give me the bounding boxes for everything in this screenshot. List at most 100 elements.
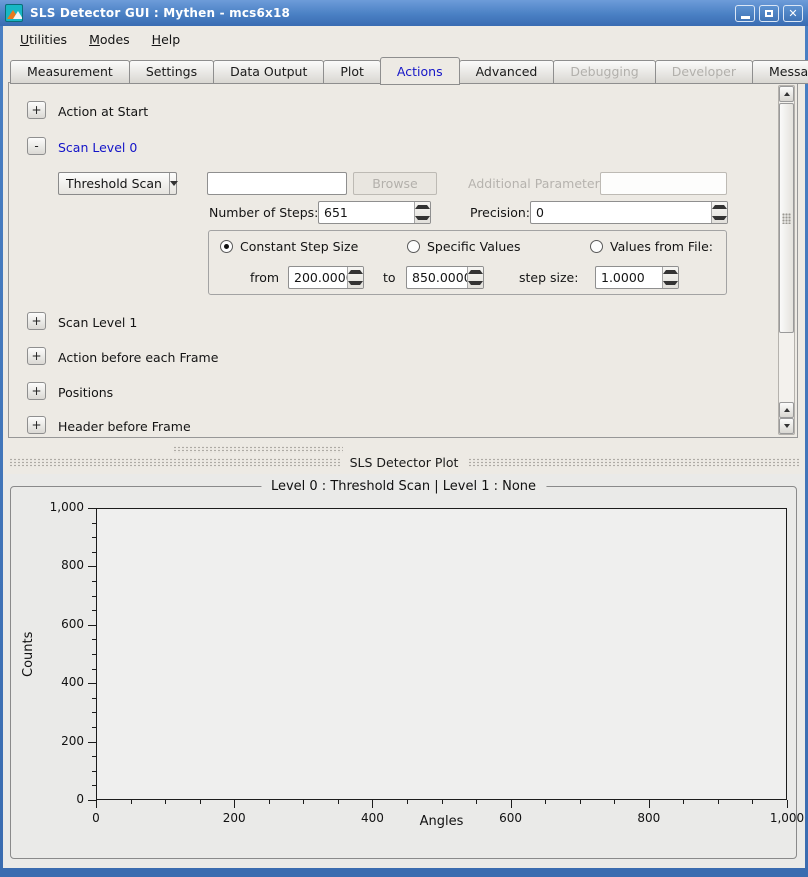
- x-minor-tick: [476, 800, 477, 804]
- y-minor-tick: [92, 712, 96, 713]
- vertical-scrollbar[interactable]: [778, 85, 795, 435]
- dock-texture-left: [9, 458, 340, 467]
- y-minor-tick: [92, 654, 96, 655]
- y-major-tick: [88, 800, 96, 801]
- scan-mode-value: Threshold Scan: [59, 173, 169, 194]
- tab-actions[interactable]: Actions: [380, 57, 460, 85]
- title-bar[interactable]: SLS Detector GUI : Mythen - mcs6x18 ✕: [0, 0, 808, 26]
- browse-button[interactable]: Browse: [353, 172, 437, 195]
- expand-positions-button[interactable]: +: [27, 382, 46, 400]
- collapse-scan-level-0-button[interactable]: -: [27, 137, 46, 155]
- spin-down-icon[interactable]: [663, 278, 678, 289]
- spin-up-icon[interactable]: [712, 202, 727, 213]
- menu-bar: Utilities Modes Help: [3, 26, 805, 52]
- from-spinbox[interactable]: 200.0000: [288, 266, 364, 289]
- spin-down-icon[interactable]: [348, 278, 363, 289]
- x-major-tick: [234, 800, 235, 808]
- y-minor-tick: [92, 698, 96, 699]
- step-size-spinbox[interactable]: 1.0000: [595, 266, 679, 289]
- plot-panel: Level 0 : Threshold Scan | Level 1 : Non…: [3, 474, 805, 868]
- maximize-icon: [765, 10, 773, 17]
- y-tick-label: 0: [34, 792, 84, 806]
- tab-messages[interactable]: Messages: [752, 60, 808, 84]
- script-path-input[interactable]: [207, 172, 347, 195]
- x-minor-tick: [442, 800, 443, 804]
- radio-constant-step-size[interactable]: [220, 240, 233, 253]
- expand-scan-level-1-button[interactable]: +: [27, 312, 46, 330]
- y-axis-label: Counts: [21, 508, 36, 800]
- y-tick-label: 600: [34, 617, 84, 631]
- expand-action-before-each-frame-button[interactable]: +: [27, 347, 46, 365]
- to-value: 850.0000: [407, 267, 467, 288]
- additional-parameter-label: Additional Parameter:: [468, 176, 604, 191]
- radio-values-from-file[interactable]: [590, 240, 603, 253]
- minimize-button[interactable]: [735, 5, 755, 22]
- x-minor-tick: [580, 800, 581, 804]
- app-window: SLS Detector GUI : Mythen - mcs6x18 ✕ Ut…: [0, 0, 808, 877]
- y-minor-tick: [92, 523, 96, 524]
- maximize-button[interactable]: [759, 5, 779, 22]
- menu-modes[interactable]: Modes: [81, 28, 138, 51]
- precision-label: Precision:: [470, 205, 530, 220]
- expand-header-before-frame-button[interactable]: +: [27, 416, 46, 434]
- plot-canvas: [96, 508, 787, 800]
- scroll-up-button[interactable]: [779, 86, 794, 102]
- radio-constant-step-size-label: Constant Step Size: [240, 239, 358, 254]
- radio-specific-values[interactable]: [407, 240, 420, 253]
- number-of-steps-spinbox[interactable]: 651: [318, 201, 431, 224]
- close-button[interactable]: ✕: [783, 5, 803, 22]
- section-positions: Positions: [58, 385, 113, 400]
- y-tick-label: 400: [34, 675, 84, 689]
- y-minor-tick: [92, 756, 96, 757]
- x-axis-label: Angles: [96, 814, 787, 829]
- x-minor-tick: [614, 800, 615, 804]
- to-spinbox[interactable]: 850.0000: [406, 266, 484, 289]
- spin-up-icon[interactable]: [468, 267, 483, 278]
- x-major-tick: [787, 800, 788, 808]
- spin-down-icon[interactable]: [712, 213, 727, 224]
- additional-parameter-input[interactable]: [600, 172, 727, 195]
- from-label: from: [250, 270, 279, 285]
- x-minor-tick: [165, 800, 166, 804]
- y-major-tick: [88, 683, 96, 684]
- tab-plot[interactable]: Plot: [323, 60, 381, 84]
- scrollbar-thumb[interactable]: [779, 103, 794, 333]
- menu-help[interactable]: Help: [144, 28, 189, 51]
- splitter-handle[interactable]: [173, 446, 343, 453]
- tab-data-output[interactable]: Data Output: [213, 60, 324, 84]
- precision-spinbox[interactable]: 0: [530, 201, 728, 224]
- spin-up-icon[interactable]: [663, 267, 678, 278]
- spin-down-icon[interactable]: [468, 278, 483, 289]
- y-minor-tick: [92, 669, 96, 670]
- plot-dock-header[interactable]: SLS Detector Plot: [9, 455, 799, 469]
- spin-down-icon[interactable]: [415, 213, 430, 224]
- expand-action-at-start-button[interactable]: +: [27, 101, 46, 119]
- dock-texture-right: [468, 458, 799, 467]
- tab-debugging[interactable]: Debugging: [553, 60, 655, 84]
- scroll-up-button-bottom[interactable]: [779, 402, 794, 418]
- spin-up-icon[interactable]: [415, 202, 430, 213]
- tab-advanced[interactable]: Advanced: [459, 60, 555, 84]
- y-minor-tick: [92, 610, 96, 611]
- y-minor-tick: [92, 596, 96, 597]
- scroll-up-icon: [784, 92, 790, 96]
- x-minor-tick: [545, 800, 546, 804]
- precision-value: 0: [531, 202, 711, 223]
- tab-measurement[interactable]: Measurement: [10, 60, 130, 84]
- y-minor-tick: [92, 727, 96, 728]
- radio-values-from-file-label: Values from File:: [610, 239, 713, 254]
- window-title: SLS Detector GUI : Mythen - mcs6x18: [30, 6, 731, 20]
- x-minor-tick: [683, 800, 684, 804]
- section-scan-level-1: Scan Level 1: [58, 315, 137, 330]
- y-minor-tick: [92, 771, 96, 772]
- spin-up-icon[interactable]: [348, 267, 363, 278]
- scroll-down-button[interactable]: [779, 418, 794, 434]
- scan-mode-select[interactable]: Threshold Scan: [58, 172, 177, 195]
- y-major-tick: [88, 508, 96, 509]
- menu-utilities[interactable]: Utilities: [12, 28, 75, 51]
- close-icon: ✕: [788, 8, 797, 19]
- tab-developer[interactable]: Developer: [655, 60, 753, 84]
- y-major-tick: [88, 625, 96, 626]
- tab-settings[interactable]: Settings: [129, 60, 214, 84]
- section-header-before-frame: Header before Frame: [58, 419, 191, 434]
